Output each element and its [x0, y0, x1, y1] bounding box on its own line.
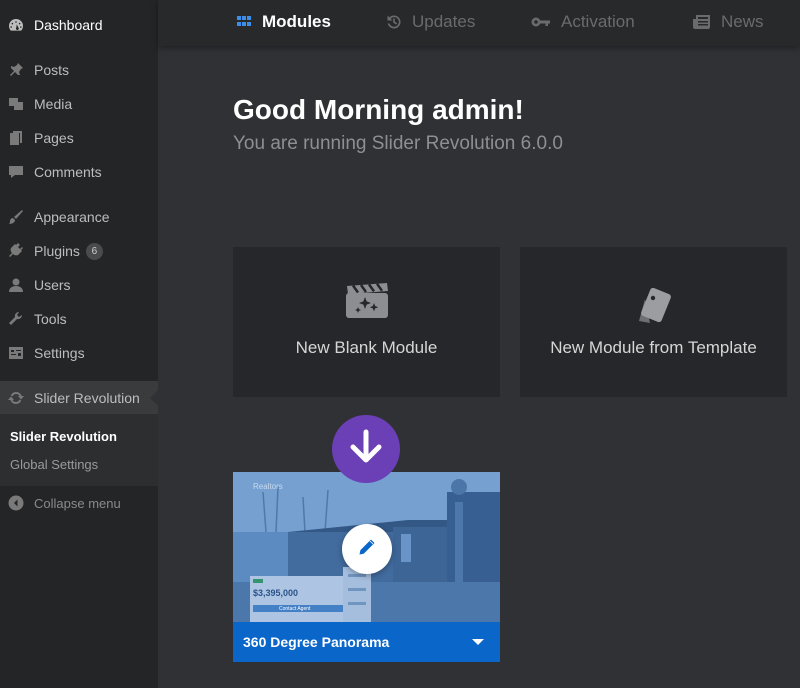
tab-modules[interactable]: Modules [236, 0, 331, 44]
tab-news[interactable]: News [693, 0, 764, 44]
module-footer[interactable]: 360 Degree Panorama [233, 622, 500, 662]
new-blank-module-card[interactable]: New Blank Module [233, 247, 500, 397]
tab-updates[interactable]: Updates [386, 0, 475, 44]
sidebar-item-label: Tools [34, 311, 67, 327]
thumb-price-text: $3,395,000 [253, 588, 299, 598]
edit-module-button[interactable] [342, 524, 392, 574]
sidebar-item-posts[interactable]: Posts [0, 55, 158, 85]
grid-icon [236, 14, 252, 30]
sidebar-item-comments[interactable]: Comments [0, 157, 158, 187]
module-title: 360 Degree Panorama [243, 634, 390, 650]
brush-icon [8, 209, 24, 225]
sidebar-item-dashboard[interactable]: Dashboard [0, 10, 158, 40]
collapse-menu-label: Collapse menu [34, 495, 121, 511]
slider-revolution-submenu: Slider Revolution Global Settings [0, 414, 158, 486]
user-icon [8, 277, 24, 293]
tab-label: Activation [561, 12, 635, 31]
tab-activation[interactable]: Activation [531, 0, 635, 44]
template-cards-icon [630, 283, 678, 332]
module-thumbnail[interactable]: Realtors $3,395,000 Contact Agent [233, 472, 500, 622]
sidebar-item-label: Users [34, 277, 71, 293]
tab-label: Modules [262, 12, 331, 31]
dashboard-icon [8, 17, 24, 33]
sidebar-item-appearance[interactable]: Appearance [0, 202, 158, 232]
sidebar-item-plugins[interactable]: Plugins 6 [0, 236, 158, 266]
sidebar-item-media[interactable]: Media [0, 89, 158, 119]
sidebar-item-settings[interactable]: Settings [0, 338, 158, 368]
pin-icon [8, 62, 24, 78]
collapse-arrow-icon [8, 495, 24, 511]
module-item-360-panorama[interactable]: Realtors $3,395,000 Contact Agent 360 De… [233, 472, 500, 662]
thumb-cta-text: Contact Agent [279, 606, 311, 612]
collapse-menu-button[interactable]: Collapse menu [0, 488, 158, 518]
sidebar-item-label: Comments [34, 164, 102, 180]
chevron-down-icon[interactable] [472, 639, 484, 645]
top-navigation: Modules Updates Activation News [158, 0, 800, 46]
settings-icon [8, 345, 24, 361]
pages-icon [8, 130, 24, 146]
plugins-update-badge: 6 [85, 242, 103, 260]
sidebar-item-label: Posts [34, 62, 70, 78]
arrow-down-icon [346, 427, 386, 472]
thumb-brand-text: Realtors [253, 482, 283, 491]
card-label: New Module from Template [550, 338, 757, 357]
sidebar-item-pages[interactable]: Pages [0, 123, 158, 153]
clapperboard-icon [345, 283, 389, 324]
greeting-heading: Good Morning admin! [233, 94, 524, 125]
key-icon [531, 14, 551, 30]
admin-sidebar: Dashboard Posts Media Pages Comments App… [0, 0, 158, 688]
submenu-item-slider-revolution[interactable]: Slider Revolution [10, 429, 117, 444]
media-icon [8, 96, 24, 112]
version-subtitle: You are running Slider Revolution 6.0.0 [233, 133, 563, 154]
sidebar-item-label: Plugins [34, 243, 80, 259]
pencil-icon [356, 536, 378, 563]
sidebar-item-users[interactable]: Users [0, 270, 158, 300]
sidebar-item-tools[interactable]: Tools [0, 304, 158, 334]
submenu-item-global-settings[interactable]: Global Settings [10, 457, 98, 472]
tab-label: News [721, 12, 764, 31]
new-module-from-template-card[interactable]: New Module from Template [520, 247, 787, 397]
refresh-icon [386, 14, 402, 30]
sidebar-item-slider-revolution[interactable]: Slider Revolution [0, 381, 158, 415]
sidebar-item-label: Settings [34, 345, 85, 361]
newspaper-icon [693, 14, 711, 30]
card-label: New Blank Module [295, 338, 438, 357]
sidebar-item-label: Pages [34, 130, 74, 146]
sidebar-item-label: Slider Revolution [34, 390, 140, 406]
refresh-icon [8, 390, 24, 406]
tab-label: Updates [412, 12, 476, 31]
plug-icon [8, 243, 24, 259]
import-module-button[interactable] [332, 415, 400, 483]
sidebar-item-label: Media [34, 96, 73, 112]
wrench-icon [8, 311, 24, 327]
sidebar-item-label: Appearance [34, 209, 110, 225]
sidebar-item-label: Dashboard [34, 17, 103, 33]
comment-icon [8, 164, 24, 180]
